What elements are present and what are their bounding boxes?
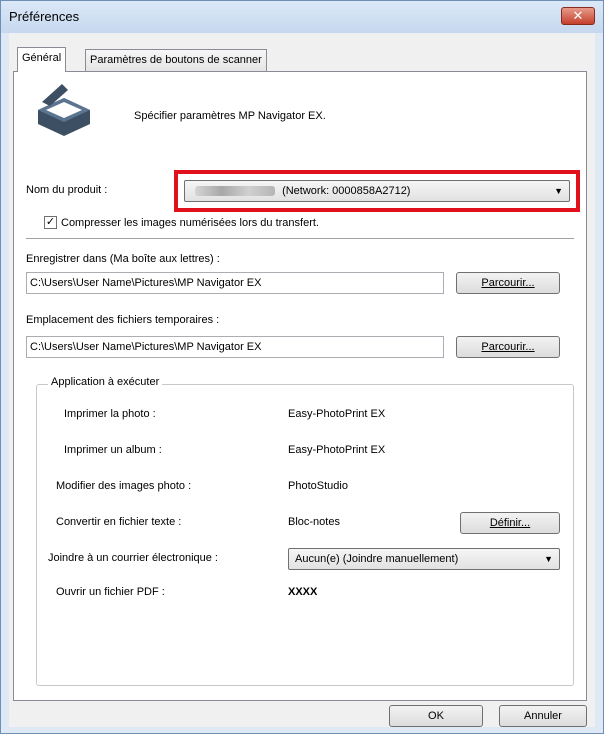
close-icon: ✕	[572, 8, 584, 23]
product-label: Nom du produit :	[26, 184, 108, 196]
convert-text-label: Convertir en fichier texte :	[56, 516, 182, 528]
compress-checkbox[interactable]: ✓	[44, 216, 57, 229]
tab-general-label: Général	[22, 52, 62, 64]
tab-general[interactable]: Général	[17, 47, 67, 72]
ok-label: OK	[428, 710, 444, 722]
app-group	[36, 384, 574, 686]
window-title: Préférences	[9, 9, 80, 24]
convert-text-value: Bloc-notes	[288, 516, 340, 528]
print-album-label: Imprimer un album :	[64, 444, 162, 456]
scanner-icon	[38, 84, 90, 136]
edit-photo-label: Modifier des images photo :	[56, 480, 192, 492]
browse-save-label: Parcourir...	[481, 277, 535, 289]
define-label: Définir...	[489, 517, 531, 529]
save-location-label: Enregistrer dans (Ma boîte aux lettres) …	[26, 253, 220, 265]
separator	[26, 238, 574, 240]
save-location-field[interactable]: C:\Users\User Name\Pictures\MP Navigator…	[26, 272, 444, 294]
attach-email-value: Aucun(e) (Joindre manuellement)	[295, 553, 459, 565]
preferences-window: Préférences ✕ Général Paramètres de bout…	[0, 0, 604, 734]
browse-save-button[interactable]: Parcourir...	[456, 272, 560, 294]
print-album-value: Easy-PhotoPrint EX	[288, 444, 386, 456]
temp-location-field[interactable]: C:\Users\User Name\Pictures\MP Navigator…	[26, 336, 444, 358]
intro-text: Spécifier paramètres MP Navigator EX.	[134, 110, 326, 122]
app-group-title: Application à exécuter	[48, 376, 163, 388]
open-pdf-value: XXXX	[288, 586, 318, 598]
cancel-button[interactable]: Annuler	[499, 705, 587, 727]
print-photo-label: Imprimer la photo :	[64, 408, 156, 420]
temp-location-label: Emplacement des fichiers temporaires :	[26, 314, 220, 326]
tab-scanner-buttons-label: Paramètres de boutons de scanner	[90, 54, 262, 66]
highlight-frame	[174, 170, 580, 212]
compress-label: Compresser les images numérisées lors du…	[61, 217, 319, 229]
open-pdf-label: Ouvrir un fichier PDF :	[56, 586, 165, 598]
attach-email-label: Joindre à un courrier électronique :	[48, 552, 218, 564]
cancel-label: Annuler	[524, 710, 562, 722]
ok-button[interactable]: OK	[389, 705, 483, 727]
dialog-body: Général Paramètres de boutons de scanner…	[9, 33, 595, 727]
attach-email-select[interactable]: Aucun(e) (Joindre manuellement) ▼	[288, 548, 560, 570]
define-button[interactable]: Définir...	[460, 512, 560, 534]
title-bar[interactable]: Préférences ✕	[1, 1, 603, 33]
browse-temp-button[interactable]: Parcourir...	[456, 336, 560, 358]
edit-photo-value: PhotoStudio	[288, 480, 348, 492]
chevron-down-icon: ▼	[544, 554, 553, 564]
browse-temp-label: Parcourir...	[481, 341, 535, 353]
tab-panel-general: Spécifier paramètres MP Navigator EX. No…	[13, 71, 587, 701]
tab-scanner-buttons[interactable]: Paramètres de boutons de scanner	[85, 49, 267, 71]
check-icon: ✓	[45, 216, 56, 228]
close-button[interactable]: ✕	[561, 7, 595, 25]
print-photo-value: Easy-PhotoPrint EX	[288, 408, 386, 420]
